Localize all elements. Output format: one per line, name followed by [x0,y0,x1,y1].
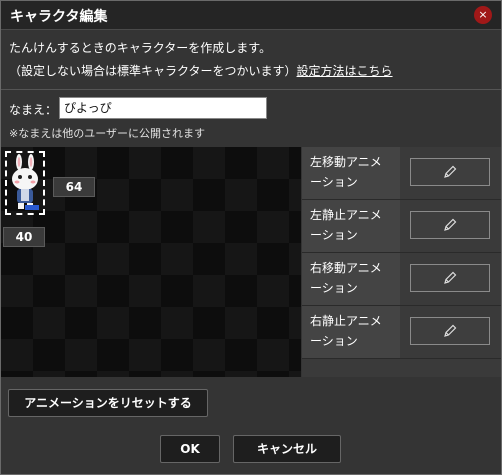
character-sprite [12,154,39,210]
edit-right-move-button[interactable] [410,264,490,292]
pencil-icon [444,324,457,337]
animation-label: 左静止アニメ ーション [302,200,400,252]
name-public-note: ※なまえは他のユーザーに公開されます [9,127,205,140]
animation-label: 右移動アニメ ーション [302,253,400,305]
description-note: （設定しない場合は標準キャラクターをつかいます） [9,64,297,78]
name-input[interactable]: ぴよっぴ [59,97,267,119]
animation-row-right-move: 右移動アニメ ーション [302,253,501,306]
animation-row-left-move: 左移動アニメ ーション [302,147,501,200]
description-line1: たんけんするときのキャラクターを作成します。 [9,41,272,55]
pencil-icon [444,271,457,284]
animation-label: 左移動アニメ ーション [302,147,400,199]
animation-label: 右静止アニメ ーション [302,306,400,358]
ok-button[interactable]: OK [160,435,220,463]
description-line2: （設定しない場合は標準キャラクターをつかいます）設定方法はこちら [9,62,393,79]
sprite-selection-box[interactable] [5,151,45,215]
close-icon: × [478,8,488,21]
dialog-title: キャラクタ編集 [10,9,108,25]
cancel-button[interactable]: キャンセル [233,435,341,463]
setup-help-link[interactable]: 設定方法はこちら [297,64,393,78]
animation-row-right-idle: 右静止アニメ ーション [302,306,501,359]
title-bar: キャラクタ編集 × [1,1,501,30]
edit-left-move-button[interactable] [410,158,490,186]
pencil-icon [444,165,457,178]
edit-right-idle-button[interactable] [410,317,490,345]
edit-left-idle-button[interactable] [410,211,490,239]
sprite-height-label: 64 [53,177,95,197]
sprite-canvas[interactable]: 64 40 [1,147,301,377]
reset-animation-button[interactable]: アニメーションをリセットする [8,389,208,417]
close-button[interactable]: × [474,6,492,24]
name-label: なまえ： [9,103,58,117]
pencil-icon [444,218,457,231]
sprite-width-label: 40 [3,227,45,247]
animation-row-left-idle: 左静止アニメ ーション [302,200,501,253]
character-edit-dialog: キャラクタ編集 × たんけんするときのキャラクターを作成します。 （設定しない場… [0,0,502,475]
animation-panel: 左移動アニメ ーション 左静止アニメ ーション 右移動アニメ ーション 右静止アニメー… [302,147,501,377]
divider [1,89,501,90]
